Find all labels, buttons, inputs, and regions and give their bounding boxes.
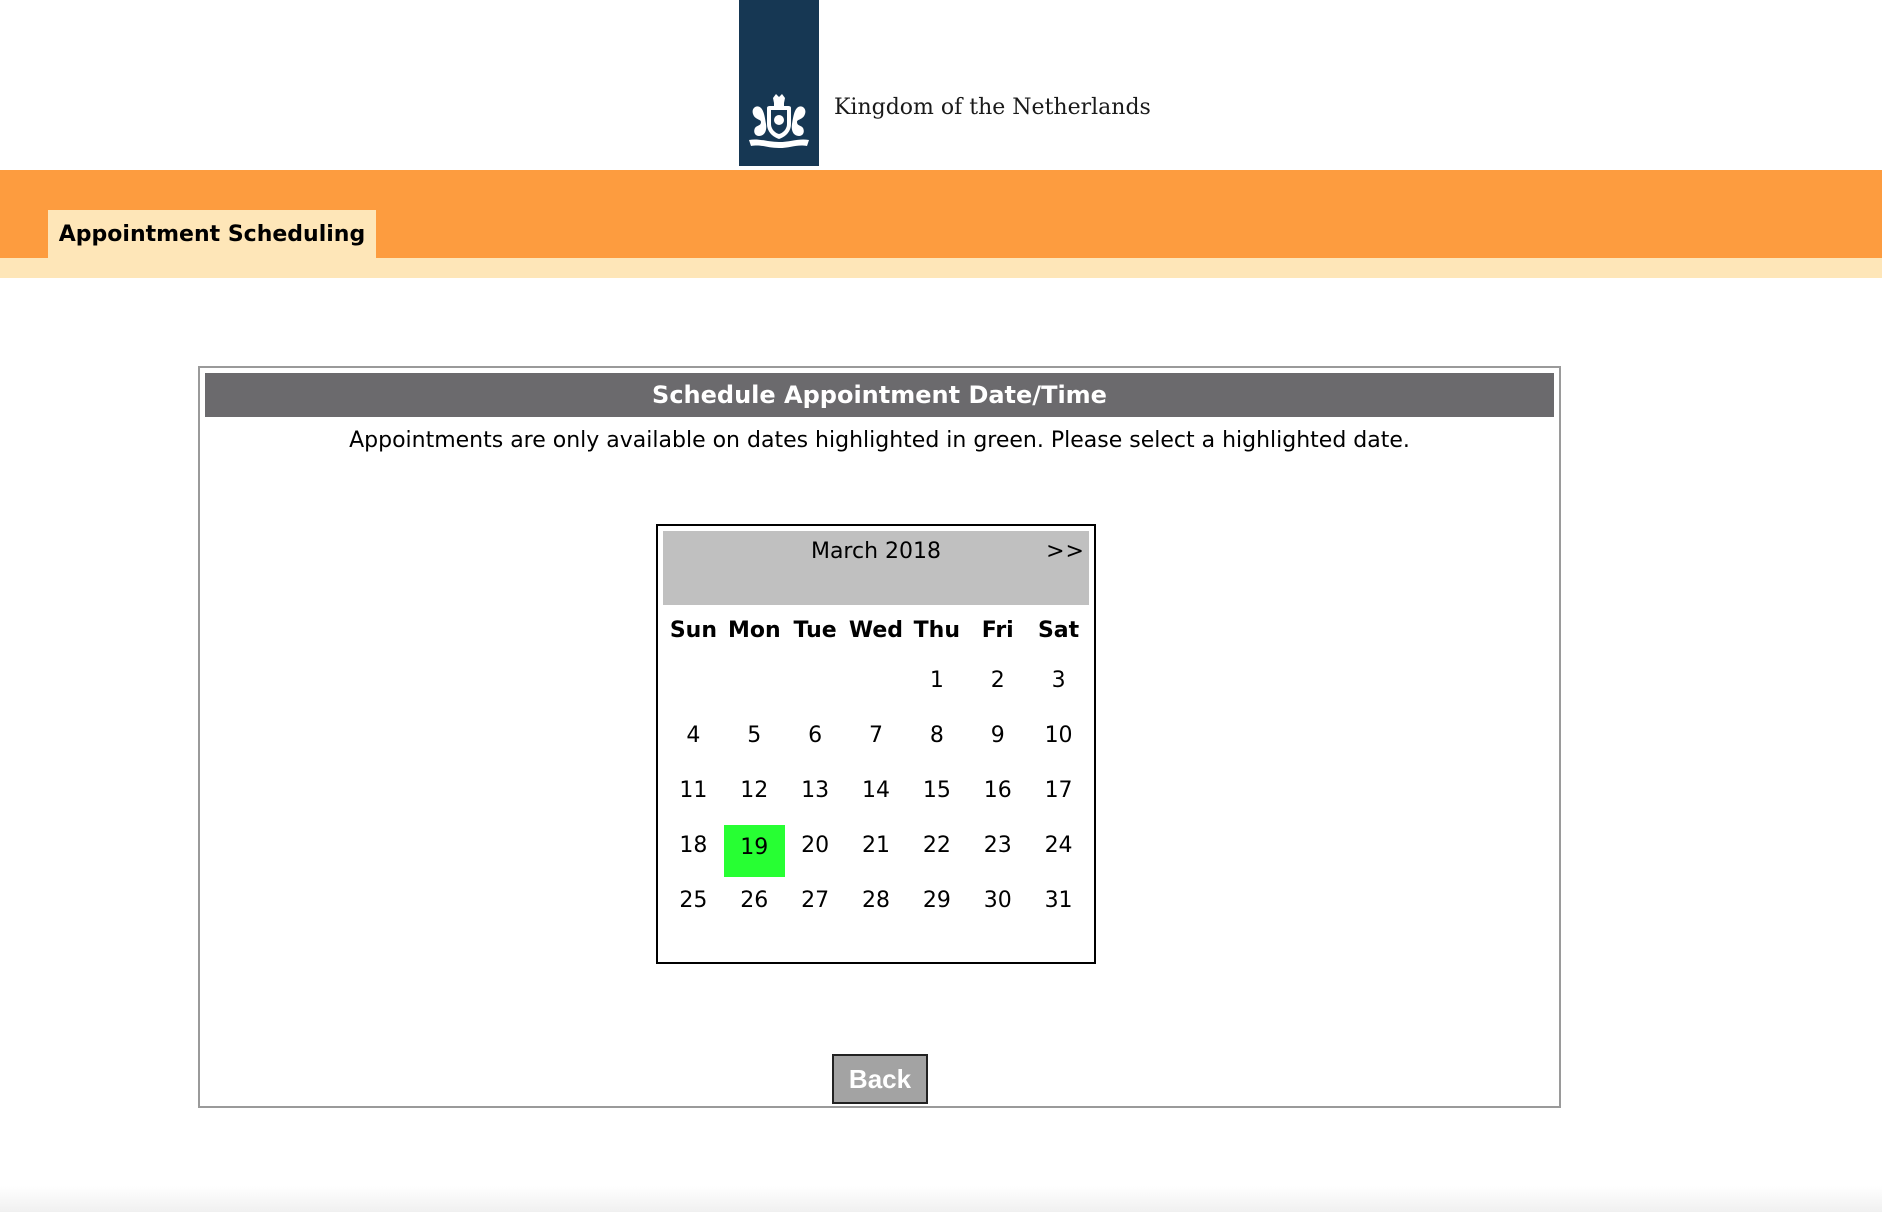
weekday-tue: Tue [793, 618, 837, 643]
schedule-panel: Schedule Appointment Date/Time Appointme… [198, 366, 1561, 1108]
day-10: 10 [1044, 723, 1073, 748]
day-16: 16 [983, 778, 1012, 803]
panel-title: Schedule Appointment Date/Time [205, 373, 1554, 417]
day-available-19[interactable]: 19 [723, 825, 785, 877]
day-6: 6 [808, 723, 823, 748]
day-empty [846, 658, 907, 713]
day-26: 26 [740, 888, 769, 913]
day-empty [724, 658, 785, 713]
day-1: 1 [929, 668, 944, 693]
instructions-text: Appointments are only available on dates… [349, 428, 1410, 453]
day-8: 8 [929, 723, 944, 748]
day-29: 29 [922, 888, 951, 913]
footer-shade [0, 1186, 1882, 1212]
calendar-month-label: March 2018 [810, 539, 942, 564]
day-empty [785, 658, 846, 713]
day-22: 22 [922, 833, 951, 858]
day-28: 28 [861, 888, 890, 913]
calendar: March 2018 >> Sun Mon Tue Wed Thu Fri Sat 1234… [656, 524, 1096, 964]
weekday-sun: Sun [669, 618, 717, 643]
day-31: 31 [1044, 888, 1073, 913]
day-15: 15 [922, 778, 951, 803]
day-4: 4 [686, 723, 701, 748]
day-24: 24 [1044, 833, 1073, 858]
day-12: 12 [740, 778, 769, 803]
calendar-header: March 2018 >> [663, 531, 1089, 605]
weekday-wed: Wed [848, 618, 904, 643]
weekday-mon: Mon [727, 618, 781, 643]
day-30: 30 [983, 888, 1012, 913]
day-13: 13 [801, 778, 830, 803]
tab-appointment-scheduling[interactable]: Appointment Scheduling [48, 210, 376, 258]
nav-underline [0, 258, 1882, 278]
day-11: 11 [679, 778, 708, 803]
day-23: 23 [983, 833, 1012, 858]
logo-strip [739, 0, 819, 166]
day-9: 9 [990, 723, 1005, 748]
day-empty [663, 658, 724, 713]
page: Kingdom of the Netherlands Appointment S… [0, 0, 1882, 1212]
day-21: 21 [861, 833, 890, 858]
day-grid: 1 2 3 4 5 6 7 8 9 10 11 12 13 14 15 16 17 18 19 20 21 22 23 24 2… [663, 658, 1089, 933]
day-25: 25 [679, 888, 708, 913]
day-3: 3 [1051, 668, 1066, 693]
day-5: 5 [747, 723, 762, 748]
weekday-row: Sun Mon Tue Wed Thu Fri Sat [663, 606, 1089, 656]
weekday-thu: Thu [913, 618, 961, 643]
day-27: 27 [801, 888, 830, 913]
day-20: 20 [801, 833, 830, 858]
day-7: 7 [868, 723, 883, 748]
next-month-link[interactable]: >> [1046, 539, 1085, 564]
day-2: 2 [990, 668, 1005, 693]
day-17: 17 [1044, 778, 1073, 803]
back-button[interactable]: Back [832, 1054, 928, 1104]
day-14: 14 [861, 778, 890, 803]
day-18: 18 [679, 833, 708, 858]
org-name: Kingdom of the Netherlands [834, 95, 1151, 120]
royal-crest-icon [749, 94, 809, 148]
weekday-fri: Fri [981, 618, 1014, 643]
weekday-sat: Sat [1037, 618, 1080, 643]
